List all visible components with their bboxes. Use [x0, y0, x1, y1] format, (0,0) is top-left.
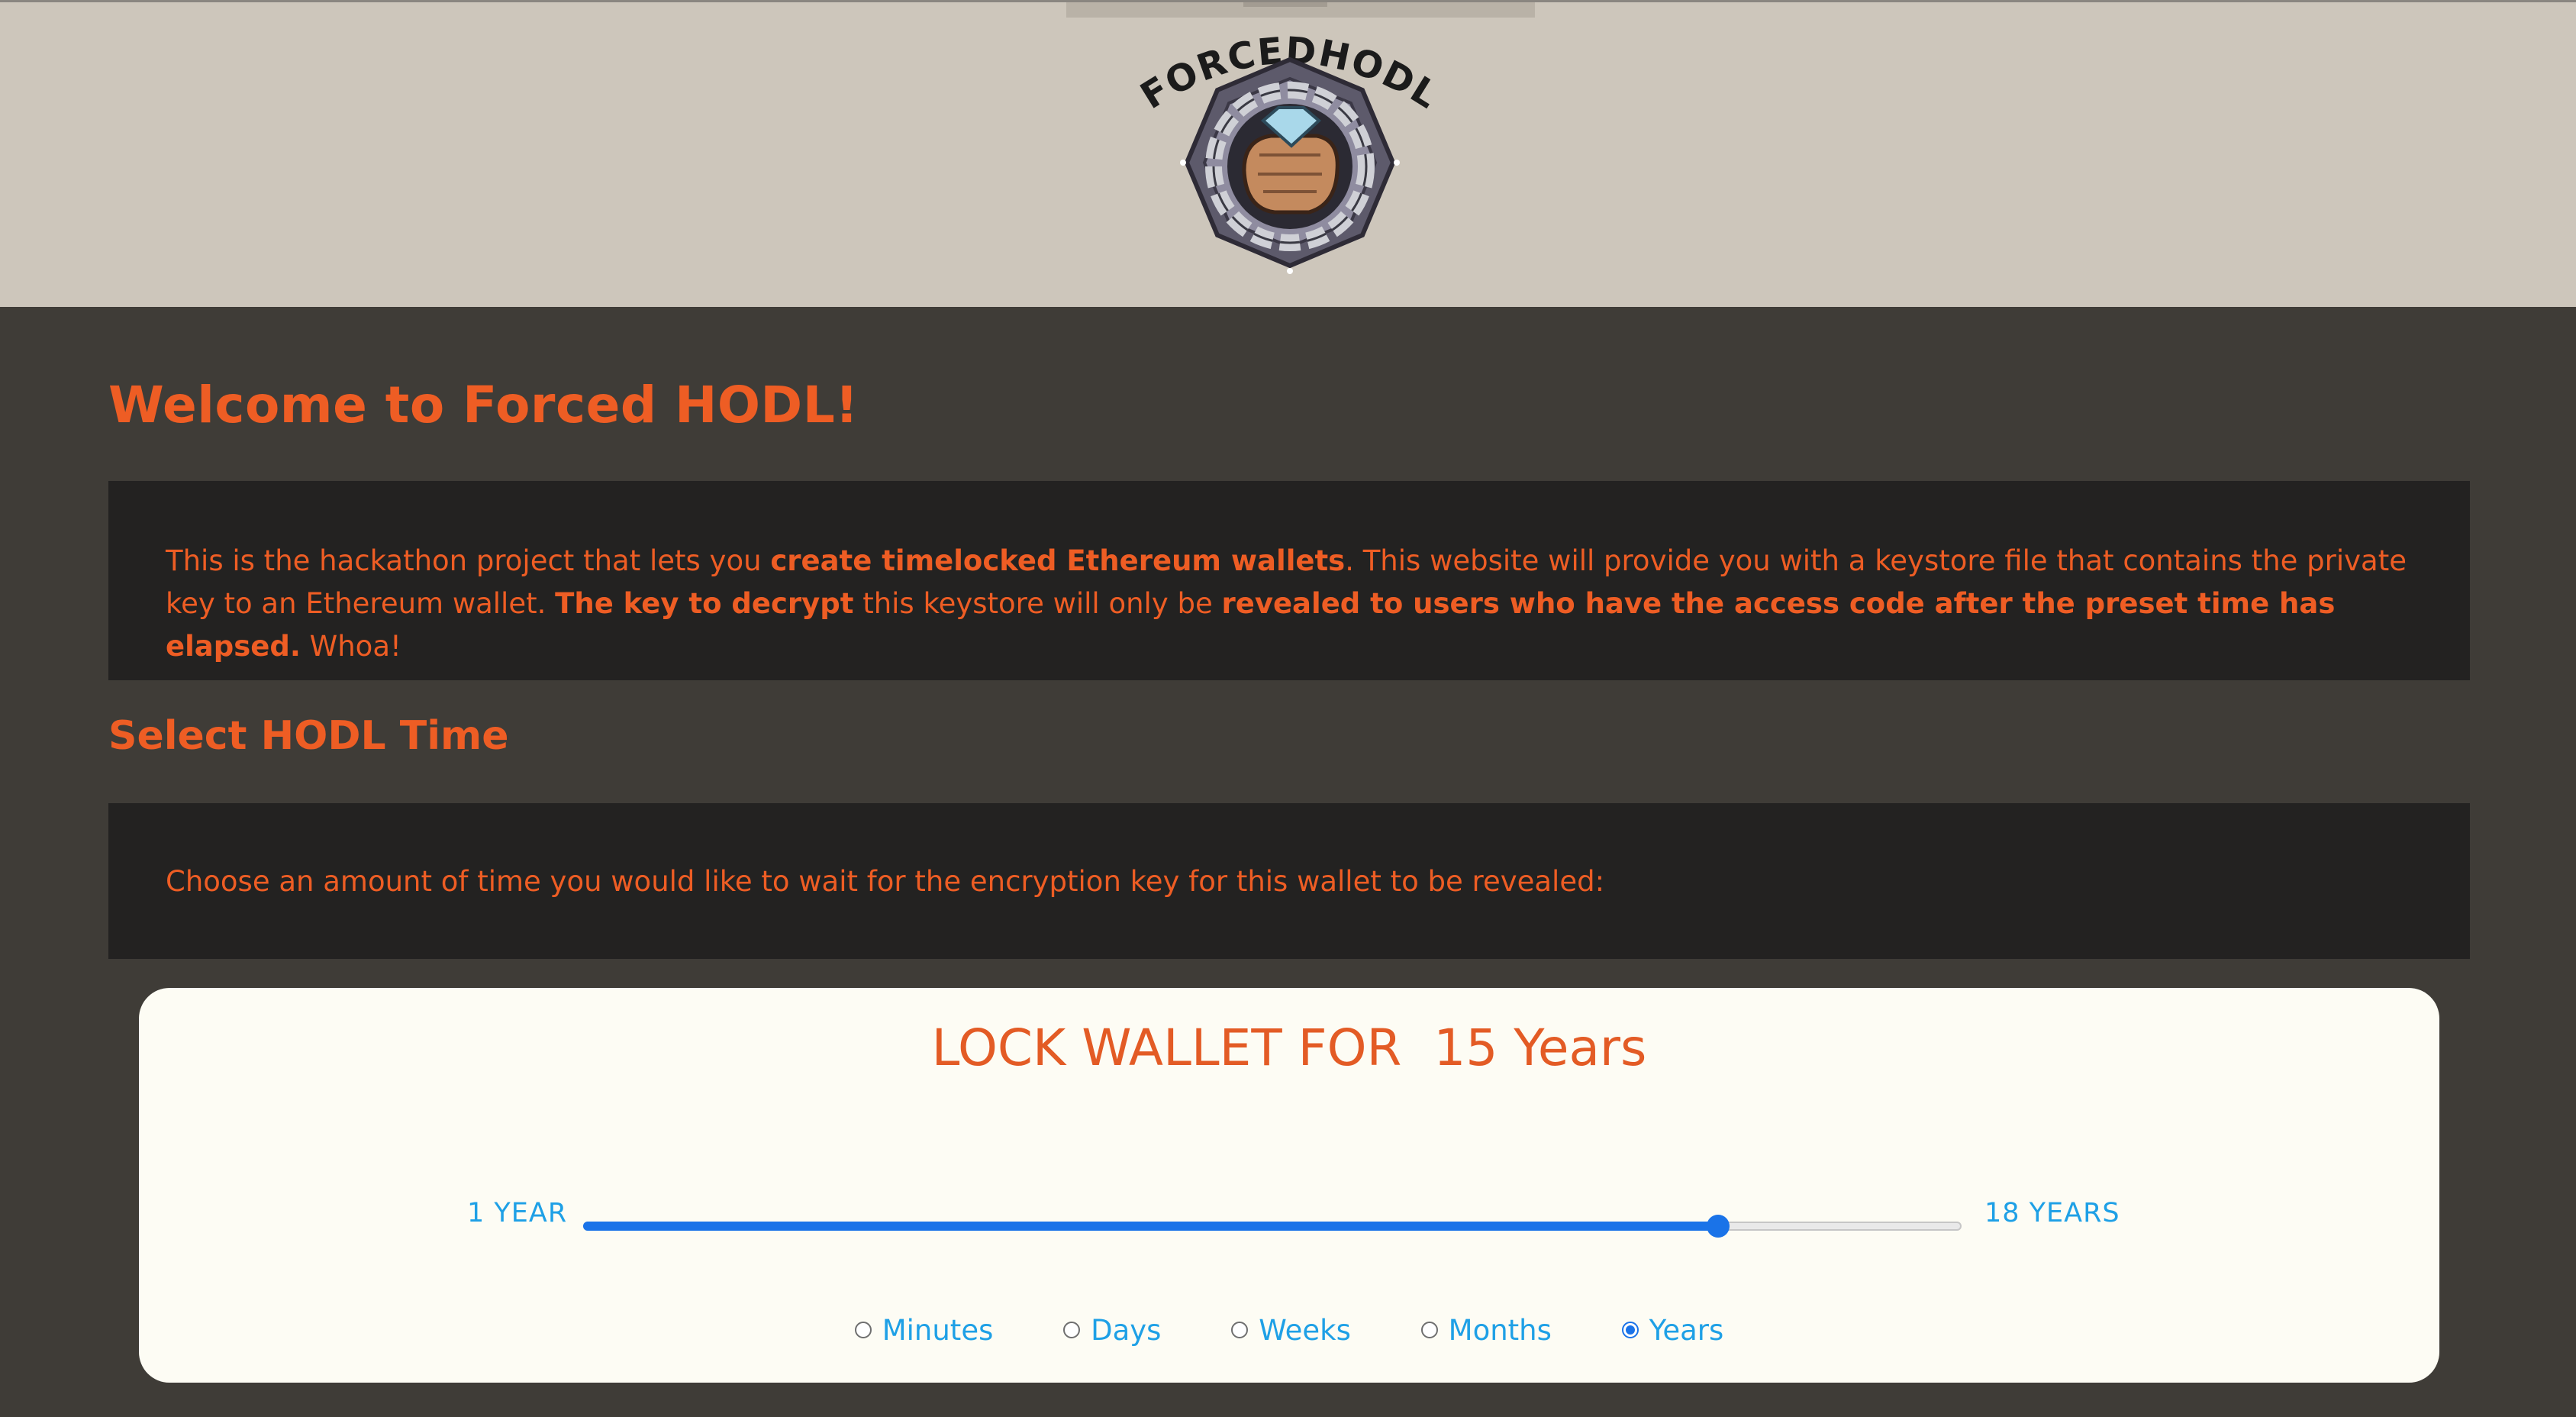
intro-bold-1: create timelocked Ethereum wallets [770, 544, 1346, 577]
section-title-hodl-time: Select HODL Time [108, 713, 509, 759]
choose-panel: Choose an amount of time you would like … [108, 803, 2470, 959]
radio-days[interactable] [1063, 1322, 1081, 1338]
site-header: FORCEDHODL [0, 0, 2576, 307]
unit-label-days: Days [1091, 1313, 1162, 1347]
unit-label-months: Months [1448, 1313, 1552, 1347]
unit-option-months[interactable]: Months [1420, 1313, 1552, 1347]
forcedhodl-logo: FORCEDHODL [1133, 29, 1445, 274]
time-unit-options: Minutes Days Weeks Months Years [139, 1312, 2439, 1347]
range-min-label: 1 YEAR [467, 1198, 568, 1228]
radio-minutes[interactable] [854, 1322, 872, 1338]
unit-label-years: Years [1649, 1313, 1724, 1347]
header-tab [1066, 2, 1535, 18]
unit-label-weeks: Weeks [1259, 1313, 1351, 1347]
radio-years[interactable] [1621, 1322, 1639, 1338]
radio-weeks[interactable] [1231, 1322, 1249, 1338]
slider-thumb[interactable] [1707, 1215, 1730, 1238]
lock-wallet-card: LOCK WALLET FOR 15 Years 1 YEAR 18 YEARS… [139, 988, 2439, 1383]
header-tab-notch [1243, 2, 1327, 7]
choose-text: Choose an amount of time you would like … [166, 865, 1605, 898]
lock-wallet-heading: LOCK WALLET FOR 15 Years [931, 1018, 1647, 1077]
range-max-label: 18 YEARS [1984, 1198, 2120, 1228]
slider-fill [583, 1222, 1719, 1231]
intro-text-4: Whoa! [300, 630, 401, 663]
hodl-time-slider[interactable] [583, 1215, 1962, 1238]
unit-option-minutes[interactable]: Minutes [854, 1313, 994, 1347]
intro-bold-2: The key to decrypt [555, 587, 854, 620]
unit-option-years[interactable]: Years [1621, 1313, 1724, 1347]
intro-panel: This is the hackathon project that lets … [108, 481, 2470, 680]
intro-text-1: This is the hackathon project that lets … [166, 544, 771, 577]
main-content: Welcome to Forced HODL! This is the hack… [0, 307, 2576, 1417]
page-title: Welcome to Forced HODL! [108, 376, 859, 434]
page: FORCEDHODL Welcome to Forced HODL! This … [0, 0, 2576, 1417]
intro-text-3: this keystore will only be [853, 587, 1222, 620]
unit-label-minutes: Minutes [882, 1313, 994, 1347]
radio-months[interactable] [1420, 1322, 1438, 1338]
unit-option-weeks[interactable]: Weeks [1231, 1314, 1351, 1347]
unit-option-days[interactable]: Days [1063, 1314, 1161, 1347]
